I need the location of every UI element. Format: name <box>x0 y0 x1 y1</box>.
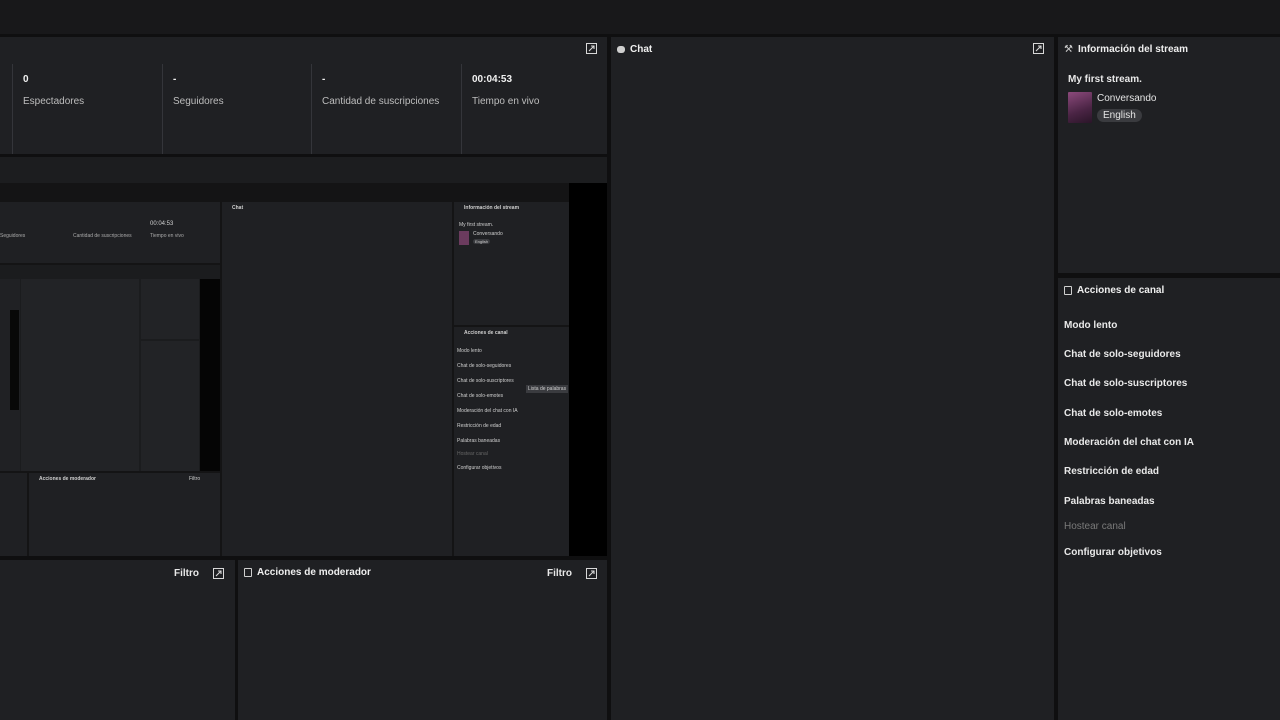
list-icon <box>244 568 252 577</box>
list-icon <box>1064 286 1072 295</box>
channel-actions-title: Acciones de canal <box>1077 285 1165 296</box>
mini-action-item: Chat de solo-seguidores <box>457 363 512 369</box>
banned-words-action[interactable]: Palabras baneadas <box>1064 496 1155 507</box>
stream-info-title: Información del stream <box>1077 44 1188 55</box>
slow-mode-action[interactable]: Modo lento <box>1064 320 1117 331</box>
language-badge: English <box>1097 109 1142 122</box>
mini-category: Conversando <box>473 231 503 237</box>
live-time-value: 00:04:53 <box>472 74 513 85</box>
followers-value: - <box>173 74 177 85</box>
mini-chat-title: Chat <box>232 205 244 211</box>
mod-actions-panel: Acciones de moderador Filtro <box>238 560 607 720</box>
chat-bubble-icon <box>617 46 625 53</box>
age-restriction-action[interactable]: Restricción de edad <box>1064 466 1159 477</box>
stat-divider <box>162 64 163 154</box>
category-thumbnail <box>1068 92 1092 123</box>
top-bar <box>0 0 1280 34</box>
mini-mod-panel: Acciones de moderador Filtro <box>29 473 220 556</box>
popout-icon[interactable] <box>1033 43 1044 54</box>
mod-actions-title: Acciones de moderador <box>257 567 371 578</box>
subscriptions-value: - <box>322 74 326 85</box>
mini-nested-black <box>200 279 220 471</box>
followers-only-action[interactable]: Chat de solo-seguidores <box>1064 349 1181 360</box>
live-time-label: Tiempo en vivo <box>472 96 540 107</box>
video-player[interactable]: 00:04:53 Seguidores Cantidad de suscripc… <box>0 183 607 556</box>
mini-chat-panel: Chat <box>222 202 452 556</box>
mod-actions-header: Acciones de moderador <box>244 567 371 578</box>
mini-action-item: Palabras baneadas <box>457 438 501 444</box>
chat-title: Chat <box>630 44 653 55</box>
preview-black-edge <box>569 183 607 556</box>
mini-action-item: Restricción de edad <box>457 423 502 429</box>
popout-icon[interactable] <box>586 568 597 579</box>
category-name[interactable]: Conversando <box>1097 93 1156 104</box>
mini-activity-panel <box>0 473 27 556</box>
channel-actions-header: Acciones de canal <box>1064 285 1164 296</box>
stream-preview-panel: 00:04:53 Seguidores Cantidad de suscripc… <box>0 157 607 556</box>
mini-stat-value: 00:04:53 <box>150 221 174 227</box>
stream-info-header: ⚒ Información del stream <box>1064 44 1188 55</box>
subscribers-only-action[interactable]: Chat de solo-suscriptores <box>1064 378 1187 389</box>
mini-mod-filter: Filtro <box>189 476 201 482</box>
mini-stat-label: Seguidores <box>0 233 26 239</box>
chat-header: Chat <box>617 44 652 55</box>
mini-stat-label: Cantidad de suscripciones <box>73 233 132 239</box>
mini-action-item: Hostear canal <box>457 451 488 457</box>
mini-category-thumb <box>459 231 469 245</box>
configure-goals-action[interactable]: Configurar objetivos <box>1064 547 1162 558</box>
mini-mod-title: Acciones de moderador <box>39 476 96 482</box>
viewers-value: 0 <box>23 74 29 85</box>
stat-divider <box>311 64 312 154</box>
mini-nested-preview <box>0 265 220 471</box>
emotes-only-action[interactable]: Chat de solo-emotes <box>1064 408 1162 419</box>
followers-label: Seguidores <box>173 96 224 107</box>
mini-language: English <box>473 239 491 244</box>
mini-nested-actions <box>141 341 199 471</box>
mini-action-item: Chat de solo-emotes <box>457 393 504 399</box>
chat-panel: Chat <box>611 37 1054 720</box>
subscriptions-label: Cantidad de suscripciones <box>322 96 440 107</box>
mini-actions-title: Acciones de canal <box>464 330 508 336</box>
mini-action-item: Modo lento <box>457 348 482 354</box>
ai-moderation-action[interactable]: Moderación del chat con IA <box>1064 437 1194 448</box>
mini-nested-info <box>141 279 199 339</box>
mini-actions-panel: Acciones de canal Modo lento Chat de sol… <box>454 327 569 556</box>
mini-nested-chat <box>21 279 139 471</box>
mini-nested-stream-black <box>10 310 19 410</box>
mod-filter-button[interactable]: Filtro <box>547 568 572 579</box>
stream-info-panel: ⚒ Información del stream My first stream… <box>1058 37 1280 273</box>
popout-icon[interactable] <box>213 568 224 579</box>
mini-stats-panel: 00:04:53 Seguidores Cantidad de suscripc… <box>0 202 220 263</box>
mini-info-panel: Información del stream My first stream. … <box>454 202 569 325</box>
activity-feed-panel: Filtro <box>0 560 235 720</box>
mini-tooltip: Lista de palabras <box>526 385 569 393</box>
mini-dashboard: 00:04:53 Seguidores Cantidad de suscripc… <box>0 183 607 556</box>
stats-panel: 0 Espectadores - Seguidores - Cantidad d… <box>0 37 607 154</box>
mini-action-item: Chat de solo-suscriptores <box>457 378 514 384</box>
stream-title[interactable]: My first stream. <box>1068 74 1142 85</box>
viewers-label: Espectadores <box>23 96 85 107</box>
stat-divider <box>12 64 13 154</box>
activity-filter-button[interactable]: Filtro <box>174 568 199 579</box>
host-channel-action: Hostear canal <box>1064 521 1126 532</box>
mini-stat-label: Tiempo en vivo <box>150 233 184 239</box>
popout-icon[interactable] <box>586 43 597 54</box>
mini-action-item: Configurar objetivos <box>457 465 502 471</box>
stat-divider <box>461 64 462 154</box>
mini-stream-title: My first stream. <box>459 222 494 228</box>
wrench-icon: ⚒ <box>1064 44 1073 55</box>
mini-info-title: Información del stream <box>464 205 520 211</box>
mini-action-item: Moderación del chat con IA <box>457 408 518 414</box>
preview-header-strip <box>0 157 607 183</box>
